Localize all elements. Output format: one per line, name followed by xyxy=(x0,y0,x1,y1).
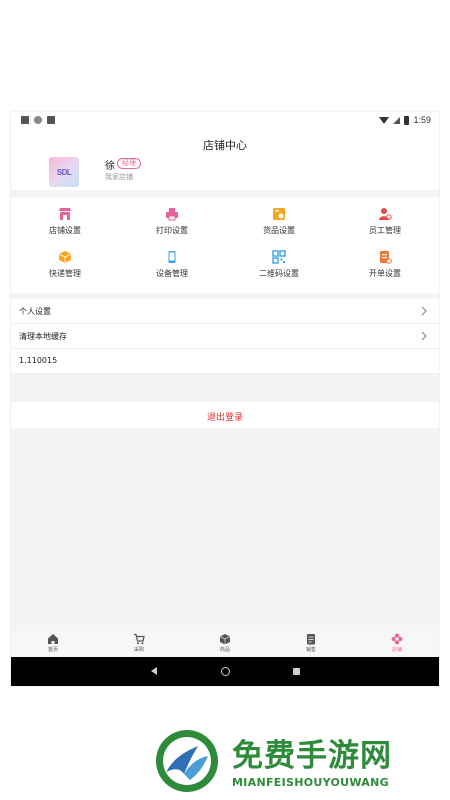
tab-store[interactable]: 店铺 xyxy=(367,631,427,657)
watermark-subtitle: MIANFEISHOUYOUWANG xyxy=(232,776,389,789)
status-time: 1:59 xyxy=(413,115,431,125)
android-nav-bar xyxy=(11,657,439,686)
settings-grid: 店铺设置 打印设置 货品设置 员工管理 快递管理 设备管理 二维码设置 开单设置 xyxy=(11,197,439,293)
wifi-icon xyxy=(379,116,390,124)
tab-goods[interactable]: 商品 xyxy=(195,631,255,657)
logout-label: 退出登录 xyxy=(206,413,243,423)
nav-back-button[interactable] xyxy=(147,664,161,678)
grid-item-staff-management[interactable]: 员工管理 xyxy=(345,207,425,243)
tab-label: 店铺 xyxy=(391,647,402,653)
staff-icon xyxy=(379,208,392,220)
grid-label: 设备管理 xyxy=(156,269,188,278)
signal-icon xyxy=(393,116,401,124)
package-icon xyxy=(58,251,72,263)
notification-icons xyxy=(21,116,55,124)
watermark-title: 免费手游网 xyxy=(232,738,392,774)
version-number: 1.110015 xyxy=(19,356,58,365)
store-name: 我家店铺 xyxy=(105,173,133,181)
order-settings-icon xyxy=(380,251,392,264)
menu-label: 清理本地缓存 xyxy=(19,332,67,341)
grid-label: 货品设置 xyxy=(263,226,295,235)
goods-settings-icon xyxy=(273,208,285,220)
recents-square-icon xyxy=(292,667,300,675)
flower-store-icon xyxy=(391,633,403,645)
menu-label: 个人设置 xyxy=(19,307,51,316)
grid-item-store-settings[interactable]: 店铺设置 xyxy=(25,207,105,243)
screenshot-page: 1:59 店铺中心 SDL 徐 经理 我家店铺 店铺设置 打印设置 货品设置 员… xyxy=(0,0,450,800)
chevron-right-icon xyxy=(421,306,427,316)
grid-label: 快递管理 xyxy=(49,269,81,278)
tab-sales[interactable]: 销售 xyxy=(281,631,341,657)
chevron-right-icon xyxy=(421,331,427,341)
tab-label: 商品 xyxy=(219,647,230,653)
grid-item-device-management[interactable]: 设备管理 xyxy=(132,250,212,286)
watermark-logo-icon xyxy=(156,730,218,792)
device-screen: 1:59 店铺中心 SDL 徐 经理 我家店铺 店铺设置 打印设置 货品设置 员… xyxy=(11,112,439,686)
grid-item-goods-settings[interactable]: 货品设置 xyxy=(239,207,319,243)
menu-personal-settings[interactable]: 个人设置 xyxy=(11,299,439,324)
store-avatar[interactable]: SDL xyxy=(49,157,79,187)
home-circle-icon xyxy=(220,666,230,676)
printer-icon xyxy=(166,208,178,221)
profile-header: 店铺中心 SDL 徐 经理 我家店铺 xyxy=(11,130,439,190)
menu-version: 1.110015 xyxy=(11,349,439,374)
grid-item-express-management[interactable]: 快递管理 xyxy=(25,250,105,286)
grid-label: 店铺设置 xyxy=(49,226,81,235)
logout-button[interactable]: 退出登录 xyxy=(11,402,439,428)
grid-label: 二维码设置 xyxy=(259,269,299,278)
grid-label: 打印设置 xyxy=(156,226,188,235)
grid-label: 开单设置 xyxy=(369,269,401,278)
sd-card-icon xyxy=(47,116,55,124)
tab-purchase[interactable]: 采购 xyxy=(109,631,169,657)
nav-home-button[interactable] xyxy=(218,664,232,678)
grid-item-order-settings[interactable]: 开单设置 xyxy=(345,250,425,286)
sync-icon xyxy=(34,116,42,124)
home-icon xyxy=(48,634,58,644)
notification-icon xyxy=(21,116,29,124)
role-badge: 经理 xyxy=(117,158,141,169)
qrcode-icon xyxy=(272,250,286,264)
nav-recents-button[interactable] xyxy=(289,664,303,678)
battery-icon xyxy=(404,115,410,125)
grid-item-qrcode-settings[interactable]: 二维码设置 xyxy=(239,250,319,286)
tab-home[interactable]: 首页 xyxy=(23,631,83,657)
back-triangle-icon xyxy=(151,667,157,675)
tab-label: 销售 xyxy=(305,647,316,653)
menu-clear-cache[interactable]: 清理本地缓存 xyxy=(11,324,439,349)
tab-label: 首页 xyxy=(47,647,58,653)
cart-icon xyxy=(134,633,145,645)
store-settings-icon xyxy=(59,208,71,220)
bottom-tabbar: 首页 采购 商品 销售 店铺 xyxy=(11,631,439,657)
box-icon xyxy=(219,634,231,645)
tab-label: 采购 xyxy=(133,647,144,653)
page-title: 店铺中心 xyxy=(203,139,247,152)
avatar-logo-text: SDL xyxy=(56,167,72,177)
receipt-icon xyxy=(307,634,315,645)
status-bar: 1:59 xyxy=(11,112,439,130)
grid-item-print-settings[interactable]: 打印设置 xyxy=(132,207,212,243)
grid-label: 员工管理 xyxy=(369,226,401,235)
user-name: 徐 xyxy=(105,161,115,172)
phone-device-icon xyxy=(168,251,176,263)
system-icons: 1:59 xyxy=(379,115,431,125)
